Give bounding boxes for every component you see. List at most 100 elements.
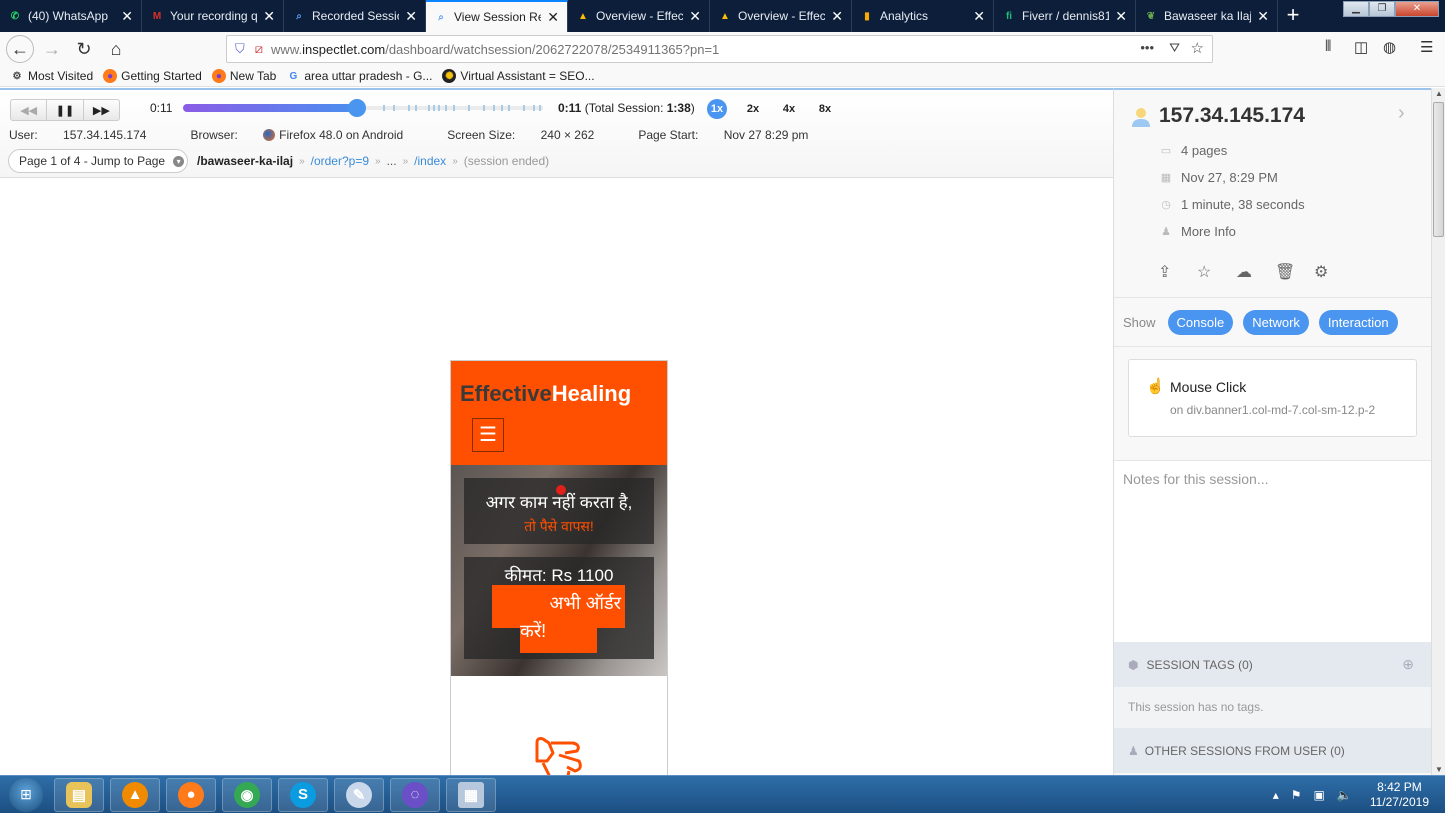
network-icon[interactable]: ▣ [1314,788,1325,802]
forward-button[interactable]: → [38,35,66,63]
activity-tick [533,105,535,111]
taskbar-app-0[interactable]: ▤ [54,777,104,812]
tab-close-icon[interactable]: ✕ [1115,8,1127,25]
more-info-link[interactable]: ♟ More Info [1159,224,1236,239]
menu-icon[interactable]: ☰ [1420,38,1433,56]
next-session-button[interactable]: › [1398,102,1405,125]
tab-close-icon[interactable]: ✕ [121,8,133,25]
tab-close-icon[interactable]: ✕ [405,8,417,25]
tab-close-icon[interactable]: ✕ [973,8,985,25]
order-now-button-wrap[interactable]: करें! [520,615,597,653]
tab-close-icon[interactable]: ✕ [689,8,701,25]
bookmark-0[interactable]: ⚙ Most Visited [10,69,94,83]
system-clock[interactable]: 8:42 PM 11/27/2019 [1370,780,1429,810]
taskbar-app-5[interactable]: ✎ [334,777,384,812]
url-prefix: www. [271,41,303,57]
jump-to-page-dropdown[interactable]: Page 1 of 4 - Jump to Page ▾ [8,149,188,173]
new-tab-button[interactable]: + [1278,0,1308,32]
session-notes-input[interactable] [1114,460,1431,642]
tab-7[interactable]: fi Fiverr / dennis81 / ✕ [994,0,1136,32]
back-button[interactable]: ← [6,35,34,63]
tab-close-icon[interactable]: ✕ [831,8,843,25]
add-tag-icon[interactable]: ⊕ [1402,656,1414,673]
tab-0[interactable]: ✆ (40) WhatsApp ✕ [0,0,142,32]
star-button[interactable]: ☆ [1197,262,1236,282]
breadcrumb-item[interactable]: /bawaseer-ka-ilaj [197,154,293,168]
timeline-handle[interactable] [348,99,366,117]
url-text[interactable]: www.inspectlet.com/dashboard/watchsessio… [271,42,719,57]
settings-button[interactable]: ⚙ [1314,262,1353,282]
window-close-button[interactable]: ✕ [1395,1,1439,17]
tab-close-icon[interactable]: ✕ [263,8,275,25]
share-button[interactable]: ⇪ [1158,262,1197,282]
tab-6[interactable]: ▮ Analytics ✕ [852,0,994,32]
scroll-down-icon[interactable]: ▼ [1435,765,1443,774]
show-hidden-icons[interactable]: ▴ [1273,788,1279,802]
bookmark-1[interactable]: ● Getting Started [103,69,202,83]
bookmark-star-icon[interactable]: ☆ [1191,39,1204,57]
tab-close-icon[interactable]: ✕ [547,9,559,26]
breadcrumb-item[interactable]: /index [414,154,446,168]
start-button[interactable]: ⊞ [9,777,43,812]
bookmark-4[interactable]: ✺ Virtual Assistant = SEO... [442,69,595,83]
tab-5[interactable]: ▲ Overview - Effecti ✕ [710,0,852,32]
rewind-button[interactable]: ◀◀ [11,100,48,120]
delete-button[interactable]: 🗑 [1275,262,1314,282]
taskbar-app-4[interactable]: S [278,777,328,812]
action-center-flag-icon[interactable]: ⚑ [1291,788,1302,802]
tab-3[interactable]: ⌕ View Session Reco ✕ [426,0,568,32]
hamburger-menu-button[interactable]: ☰ [472,418,504,452]
other-sessions-header[interactable]: ♟ OTHER SESSIONS FROM USER (0) [1114,728,1431,773]
tab-2[interactable]: ⌕ Recorded Sessions ✕ [284,0,426,32]
tab-close-icon[interactable]: ✕ [1257,8,1269,25]
speed-1x-button[interactable]: 1x [707,99,727,119]
library-icon[interactable]: ⫴ [1325,38,1331,55]
speed-8x-button[interactable]: 8x [815,99,835,119]
speed-2x-button[interactable]: 2x [743,99,763,119]
sidebar-icon[interactable]: ◫ [1354,38,1368,56]
page-actions-icon[interactable]: ••• [1140,40,1154,55]
star-icon: ☆ [1197,264,1212,281]
activity-tick [438,105,440,111]
address-bar[interactable]: ⛉ ⧄ www.inspectlet.com/dashboard/watchse… [226,35,1213,63]
event-card[interactable]: ☝ Mouse Click on div.banner1.col-md-7.co… [1128,359,1417,437]
taskbar-app-6[interactable]: ◌ [390,777,440,812]
reload-icon: ↻ [76,38,92,59]
reload-button[interactable]: ↻ [70,35,98,63]
bookmark-3[interactable]: Garea uttar pradesh - G... [286,69,432,83]
session-tags-header[interactable]: ⬢ SESSION TAGS (0) ⊕ [1114,642,1431,687]
chrome-icon: ◉ [234,781,260,808]
scroll-thumb[interactable] [1433,102,1444,237]
tab-4[interactable]: ▲ Overview - Effecti ✕ [568,0,710,32]
download-button[interactable]: ☁ [1236,262,1275,282]
taskbar-app-7[interactable]: ▦ [446,777,496,812]
maximize-button[interactable]: ❐ [1369,1,1395,17]
bookmark-2[interactable]: ● New Tab [211,69,277,83]
tab-8[interactable]: ❦ Bawaseer ka Ilaj - E ✕ [1136,0,1278,32]
filter-network-toggle[interactable]: Network [1243,309,1309,335]
breadcrumb-item[interactable]: ... [387,154,397,168]
timeline-slider[interactable] [183,99,543,117]
volume-icon[interactable]: 🔈 [1337,788,1352,802]
pause-button[interactable]: ❚❚ [47,100,84,120]
bookmark-label: New Tab [229,69,277,83]
breadcrumb-item[interactable]: /order?p=9 [311,154,369,168]
panel-scrollbar[interactable]: ▲ ▼ [1431,88,1445,775]
skip-forward-button[interactable]: ▶▶ [84,100,119,120]
order-now-line-2: करें! [520,621,547,641]
speed-4x-button[interactable]: 4x [779,99,799,119]
filter-console-toggle[interactable]: Console [1167,309,1234,335]
taskbar-app-3[interactable]: ◉ [222,777,272,812]
minimize-button[interactable]: ▁ [1343,1,1369,17]
scroll-up-icon[interactable]: ▲ [1435,89,1443,98]
browser-label: Browser: [190,128,238,142]
taskbar-app-2[interactable]: ● [166,777,216,812]
home-button[interactable]: ⌂ [102,35,130,63]
tab-1[interactable]: M Your recording qu ✕ [142,0,284,32]
pocket-icon[interactable]: ⛛ [1169,40,1180,56]
account-icon[interactable]: ◍ [1383,38,1396,56]
session-meta: User: 157.34.145.174 Browser: Firefox 48… [9,128,852,142]
site-logo[interactable]: EffectiveHealing [460,381,631,407]
taskbar-app-1[interactable]: ▲ [110,777,160,812]
filter-interaction-toggle[interactable]: Interaction [1318,309,1398,335]
